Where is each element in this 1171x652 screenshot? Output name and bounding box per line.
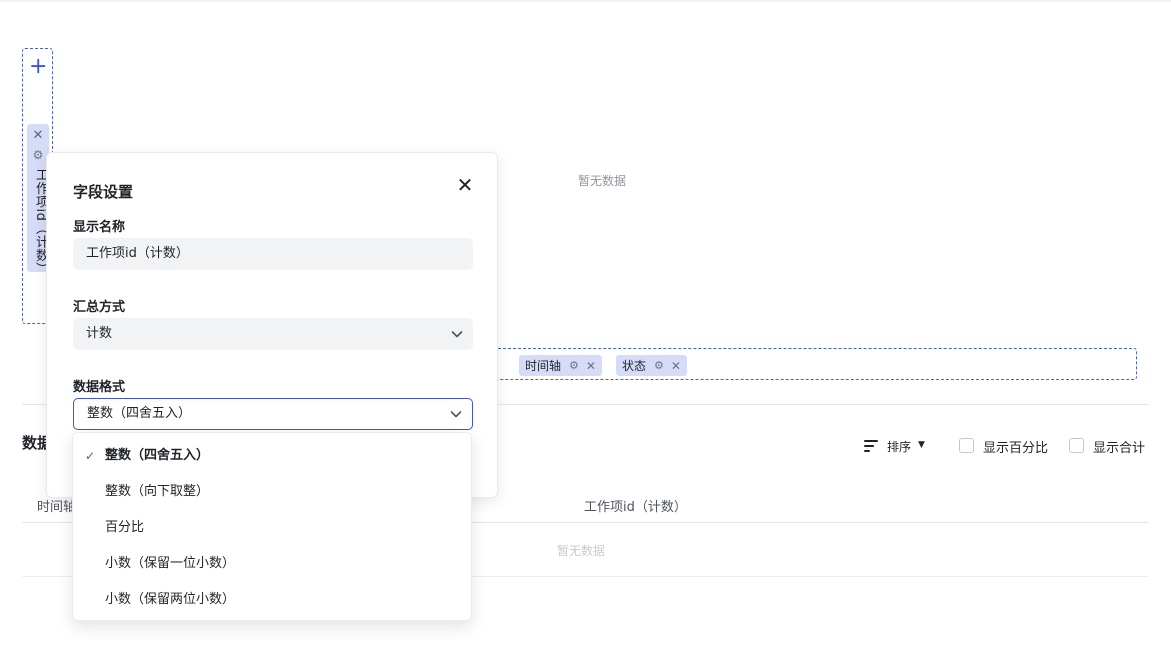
close-icon[interactable]: ✕ — [671, 359, 681, 373]
aggregation-select[interactable]: 计数 — [73, 318, 473, 350]
table-header-time: 时间轴 — [37, 500, 77, 515]
close-icon[interactable]: ✕ — [27, 128, 49, 143]
y-field-chip-label: 工作项id（计数） — [33, 168, 48, 276]
sort-icon[interactable] — [864, 439, 878, 452]
chevron-down-icon — [450, 411, 462, 418]
x-field-chip-label: 时间轴 — [525, 359, 562, 373]
x-field-chip-label: 状态 — [622, 359, 647, 373]
add-field-icon[interactable]: + — [29, 56, 47, 78]
display-name-label: 显示名称 — [73, 220, 126, 235]
check-icon: ✓ — [85, 449, 96, 463]
format-select[interactable]: 整数（四舍五入） — [73, 398, 473, 430]
x-axis-field-zone[interactable]: 时间轴 ⚙ ✕ 状态 ⚙ ✕ — [480, 348, 1137, 380]
gear-icon[interactable]: ⚙ — [654, 359, 664, 372]
show-total-checkbox[interactable] — [1069, 438, 1084, 453]
top-divider — [0, 0, 1171, 2]
format-option[interactable]: ✓ 整数（四舍五入） — [73, 438, 471, 474]
sort-button[interactable]: 排序 — [887, 438, 911, 455]
panel-title: 字段设置 — [73, 183, 134, 201]
close-icon[interactable]: ✕ — [455, 175, 475, 195]
format-option[interactable]: 小数（保留两位小数） — [73, 582, 471, 618]
close-icon[interactable]: ✕ — [586, 359, 596, 373]
aggregation-value: 计数 — [86, 326, 113, 341]
display-name-input[interactable] — [73, 238, 473, 270]
format-option[interactable]: 百分比 — [73, 510, 471, 546]
chevron-down-icon — [451, 331, 463, 338]
format-option[interactable]: 小数（保留一位小数） — [73, 546, 471, 582]
format-dropdown-menu: ✓ 整数（四舍五入） 整数（向下取整） 百分比 小数（保留一位小数） 小数（保留… — [72, 432, 472, 621]
show-total-label[interactable]: 显示合计 — [1093, 437, 1145, 456]
x-field-chip-status[interactable]: 状态 ⚙ ✕ — [616, 355, 687, 376]
format-option[interactable]: 整数（向下取整） — [73, 474, 471, 510]
aggregation-label: 汇总方式 — [73, 300, 126, 315]
format-label: 数据格式 — [73, 380, 126, 395]
gear-icon[interactable]: ⚙ — [569, 359, 579, 372]
table-empty-text: 暂无数据 — [557, 544, 606, 558]
format-value: 整数（四舍五入） — [87, 406, 192, 421]
caret-down-icon[interactable]: ▼ — [918, 440, 925, 450]
show-percent-label[interactable]: 显示百分比 — [983, 437, 1048, 456]
table-header-count: 工作项id（计数） — [584, 500, 687, 515]
x-field-chip-time[interactable]: 时间轴 ⚙ ✕ — [519, 355, 602, 376]
show-percent-checkbox[interactable] — [959, 438, 974, 453]
chart-empty-text: 暂无数据 — [578, 174, 627, 188]
